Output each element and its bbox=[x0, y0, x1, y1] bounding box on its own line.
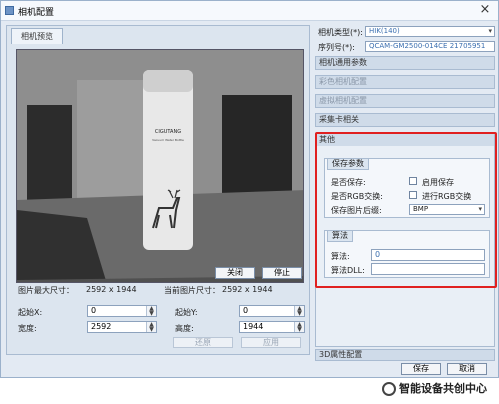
tab-camera-preview[interactable]: 相机预览 bbox=[11, 28, 63, 44]
camera-type-select[interactable]: HIK(140) ▾ bbox=[365, 26, 495, 37]
window-title: 相机配置 bbox=[18, 8, 55, 18]
app-icon bbox=[5, 6, 14, 15]
start-y-input[interactable]: 0 ▲ ▼ bbox=[239, 305, 305, 317]
height-value: 1944 bbox=[243, 322, 264, 331]
current-size-label: 当前图片尺寸： bbox=[164, 286, 220, 295]
max-size-label: 图片最大尺寸： bbox=[18, 286, 74, 295]
cancel-button[interactable]: 取消 bbox=[447, 363, 487, 375]
section-3d-properties[interactable]: 3D属性配置 bbox=[315, 349, 495, 361]
close-preview-button[interactable]: 关闭 bbox=[215, 267, 255, 279]
width-spinner[interactable]: ▲ ▼ bbox=[146, 322, 156, 333]
height-label: 高度: bbox=[175, 324, 194, 333]
current-size-value: 2592 x 1944 bbox=[222, 285, 273, 294]
start-x-spinner[interactable]: ▲ ▼ bbox=[146, 306, 156, 317]
watermark-text: 智能设备共创中心 bbox=[399, 382, 487, 395]
camera-preview-image: CIGUTANG Vacuum Water Bottle bbox=[16, 49, 304, 283]
title-bar: 相机配置 × bbox=[1, 1, 498, 21]
restore-button[interactable]: 还原 bbox=[173, 337, 233, 348]
section-general-params[interactable]: 相机通用参数 bbox=[315, 56, 495, 70]
serial-value: QCAM-GM2500-014CE 21705951 bbox=[369, 42, 486, 50]
camera-config-window: 相机配置 × 相机预览 CIGUTANG Vacuum Water Bottle bbox=[0, 0, 499, 378]
width-value: 2592 bbox=[91, 322, 112, 331]
camera-type-label: 相机类型(*): bbox=[318, 28, 363, 37]
max-size-value: 2592 x 1944 bbox=[86, 285, 137, 294]
chevron-down-icon: ▾ bbox=[488, 27, 492, 35]
preview-scene: CIGUTANG Vacuum Water Bottle bbox=[17, 50, 303, 282]
section-color-camera[interactable]: 彩色相机配置 bbox=[315, 75, 495, 89]
preview-panel: 相机预览 CIGUTANG Vacuum Water Bottle 关闭 停止 bbox=[6, 25, 310, 355]
apply-button[interactable]: 应用 bbox=[241, 337, 301, 348]
start-y-label: 起始Y: bbox=[175, 308, 198, 317]
height-spinner[interactable]: ▲ ▼ bbox=[294, 322, 304, 333]
start-y-spinner[interactable]: ▲ ▼ bbox=[294, 306, 304, 317]
bottle-subtext: Vacuum Water Bottle bbox=[152, 138, 184, 142]
section-capture-card[interactable]: 采集卡相关 bbox=[315, 113, 495, 127]
start-x-label: 起始X: bbox=[18, 308, 43, 317]
bottle-brand: CIGUTANG bbox=[155, 129, 181, 135]
camera-type-value: HIK(140) bbox=[369, 27, 400, 35]
window-close-icon[interactable]: × bbox=[478, 3, 492, 17]
serial-input[interactable]: QCAM-GM2500-014CE 21705951 bbox=[365, 41, 495, 52]
save-button[interactable]: 保存 bbox=[401, 363, 441, 375]
start-x-value: 0 bbox=[91, 306, 97, 315]
width-input[interactable]: 2592 ▲ ▼ bbox=[87, 321, 157, 333]
start-x-input[interactable]: 0 ▲ ▼ bbox=[87, 305, 157, 317]
start-y-value: 0 bbox=[243, 306, 249, 315]
section-virtual-camera[interactable]: 虚拟相机配置 bbox=[315, 94, 495, 108]
serial-label: 序列号(*): bbox=[318, 43, 355, 52]
width-label: 宽度: bbox=[18, 324, 37, 333]
highlight-box bbox=[315, 132, 497, 288]
wechat-icon bbox=[382, 382, 396, 396]
watermark: 智能设备共创中心 bbox=[382, 378, 487, 400]
height-input[interactable]: 1944 ▲ ▼ bbox=[239, 321, 305, 333]
stop-preview-button[interactable]: 停止 bbox=[262, 267, 302, 279]
